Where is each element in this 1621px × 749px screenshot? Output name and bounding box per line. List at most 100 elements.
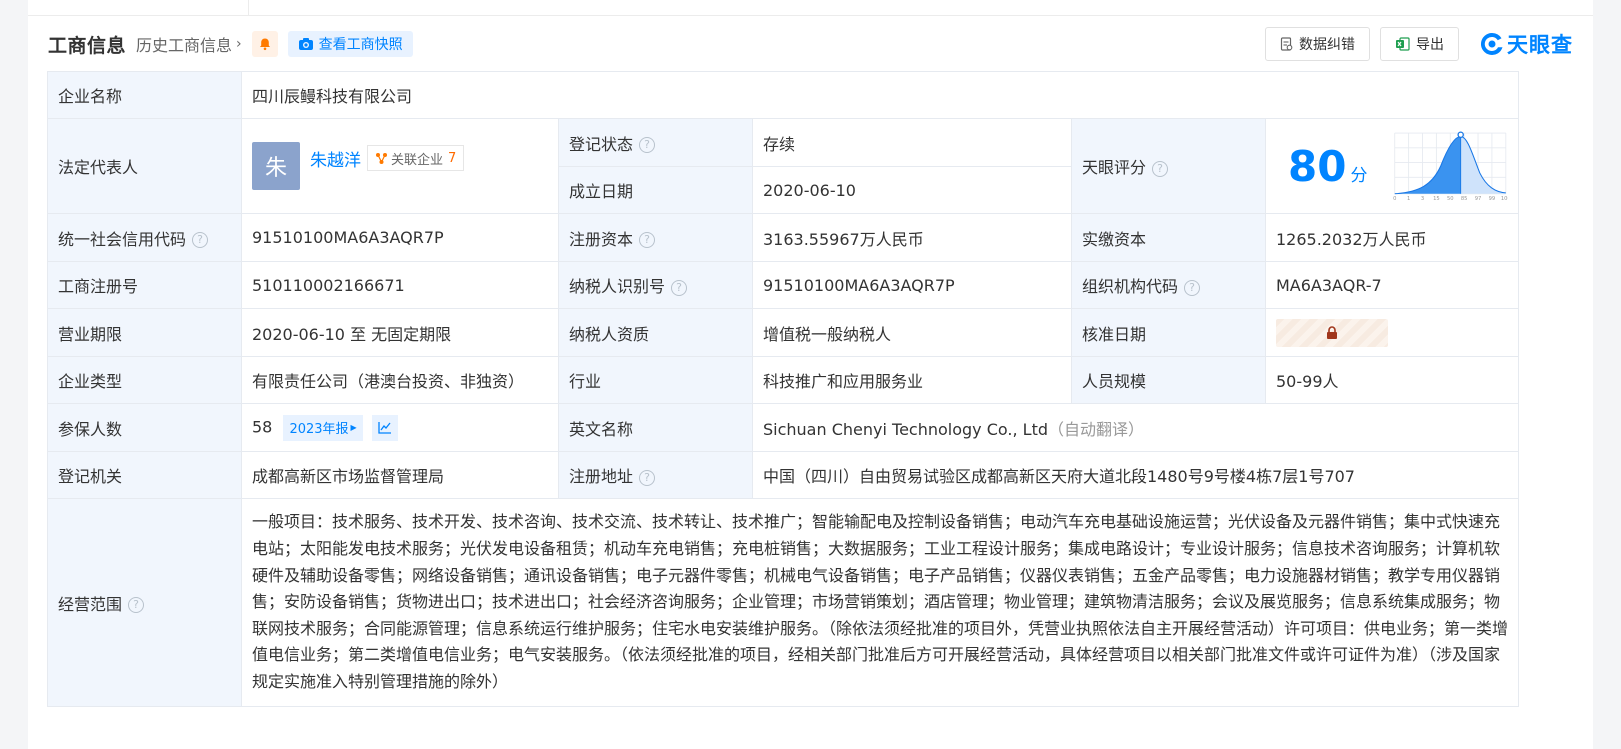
export-button-label: 导出: [1416, 37, 1444, 53]
chart-tick-label: 99: [1489, 196, 1496, 202]
business-reg-no-value: 510110002166671: [241, 261, 559, 309]
company-name-value: 四川辰鳗科技有限公司: [241, 71, 1519, 119]
paid-capital-value: 1265.2032万人民币: [1265, 213, 1519, 262]
view-snapshot-button[interactable]: 查看工商快照: [287, 31, 413, 57]
chart-tick-label: 100: [1501, 196, 1508, 202]
scope-label-text: 经营范围: [58, 594, 123, 614]
auto-translate-note: （自动翻译）: [1048, 419, 1145, 439]
chart-tick-label: 85: [1461, 196, 1468, 202]
section-title: 工商信息: [48, 34, 127, 57]
address-label: 注册地址?: [558, 451, 753, 499]
related-count: 7: [448, 150, 457, 166]
history-link-label: 历史工商信息: [136, 36, 233, 55]
export-button[interactable]: 导出: [1380, 27, 1459, 61]
reg-capital-label: 注册资本?: [558, 213, 753, 262]
table-row: 参保人数 58 2023年报 ▶ 英文名称 Sichuan Chenyi Tech…: [47, 403, 1519, 452]
english-name-label: 英文名称: [558, 403, 753, 452]
related-companies-badge[interactable]: 关联企业 7: [367, 145, 465, 171]
brand-name: 天眼查: [1507, 33, 1573, 57]
staff-size-label: 人员规模: [1071, 356, 1266, 404]
related-network-icon: [376, 152, 387, 164]
tianyancha-logo: 天眼查: [1479, 29, 1573, 59]
credit-code-label-text: 统一社会信用代码: [58, 229, 187, 249]
legal-rep-label: 法定代表人: [47, 118, 242, 214]
trend-chart-icon[interactable]: [371, 414, 398, 441]
table-row: 登记机关 成都高新区市场监督管理局 注册地址? 中国（四川）自由贸易试验区成都高…: [47, 451, 1519, 499]
chart-tick-label: 0: [1394, 196, 1397, 202]
panel-header: 工商信息 历史工商信息 › 查看工商快照 数据纠错 导出 天眼查: [48, 27, 1573, 61]
annual-report-label: 2023年报: [289, 422, 349, 437]
company-type-value: 有限责任公司（港澳台投资、非独资）: [241, 356, 559, 404]
reg-capital-label-text: 注册资本: [569, 229, 634, 249]
scope-value: 一般项目：技术服务、技术开发、技术咨询、技术交流、技术转让、技术推广；智能输配电…: [241, 498, 1519, 707]
legal-rep-name-link[interactable]: 朱越洋: [310, 146, 361, 171]
lock-icon: [1327, 326, 1337, 339]
address-value: 中国（四川）自由贸易试验区成都高新区天府大道北段1480号9号楼4栋7层1号70…: [752, 451, 1519, 499]
industry-label: 行业: [558, 356, 753, 404]
business-info-panel: 工商信息 历史工商信息 › 查看工商快照 数据纠错 导出 天眼查 企业名称 四川…: [28, 16, 1593, 749]
org-code-label-text: 组织机构代码: [1082, 277, 1179, 296]
table-row: 经营范围? 一般项目：技术服务、技术开发、技术咨询、技术交流、技术转让、技术推广…: [47, 498, 1519, 707]
credit-code-label: 统一社会信用代码?: [47, 213, 242, 262]
term-label: 营业期限: [47, 308, 242, 357]
reg-status-label: 登记状态?: [558, 118, 753, 167]
help-icon[interactable]: ?: [192, 232, 209, 248]
taxpayer-id-value: 91510100MA6A3AQR7P: [752, 261, 1072, 309]
tianyan-score-label: 天眼评分?: [1071, 118, 1266, 214]
correction-button-label: 数据纠错: [1299, 37, 1355, 53]
score-distribution-chart: 0 1 3 15 50 85 97 99 100: [1394, 131, 1508, 202]
established-value: 2020-06-10: [752, 166, 1072, 214]
help-icon[interactable]: ?: [1184, 279, 1201, 296]
top-tab-strip: [28, 0, 1593, 16]
credit-code-value: 91510100MA6A3AQR7P: [241, 213, 559, 262]
header-actions: 数据纠错 导出 天眼查: [1255, 27, 1573, 61]
insured-value: 58: [252, 417, 273, 436]
locked-content[interactable]: [1276, 318, 1388, 347]
org-code-value: MA6A3AQR-7: [1265, 261, 1519, 309]
reg-capital-value: 3163.55967万人民币: [752, 213, 1072, 262]
data-correction-button[interactable]: 数据纠错: [1265, 27, 1370, 61]
avatar[interactable]: 朱: [252, 142, 300, 190]
tianyancha-logo-icon: [1480, 32, 1503, 55]
authority-label: 登记机关: [47, 451, 242, 499]
paid-capital-label: 实缴资本: [1071, 213, 1266, 262]
tianyan-score-value: 80: [1288, 141, 1347, 191]
help-icon[interactable]: ?: [671, 279, 688, 296]
chart-tick-label: 50: [1447, 196, 1454, 202]
taxpayer-qual-value: 增值税一般纳税人: [752, 308, 1072, 357]
camera-icon: [298, 38, 313, 50]
document-edit-icon: [1280, 37, 1293, 51]
approval-date-label: 核准日期: [1071, 308, 1266, 357]
chart-tick-label: 15: [1434, 196, 1441, 202]
business-reg-no-label: 工商注册号: [47, 261, 242, 309]
help-icon[interactable]: ?: [639, 232, 656, 248]
help-icon[interactable]: ?: [128, 597, 145, 613]
chart-tick-label: 3: [1421, 196, 1424, 202]
chart-tick-label: 1: [1407, 196, 1410, 202]
tianyan-score-unit: 分: [1350, 165, 1368, 186]
reg-status-value: 存续: [752, 118, 1072, 167]
established-label: 成立日期: [558, 166, 753, 214]
english-name-cell: Sichuan Chenyi Technology Co., Ltd（自动翻译）: [752, 403, 1519, 452]
industry-value: 科技推广和应用服务业: [752, 356, 1072, 404]
help-icon[interactable]: ?: [639, 469, 656, 486]
bell-icon[interactable]: [251, 31, 278, 57]
business-info-table: 企业名称 四川辰鳗科技有限公司 法定代表人 朱 朱越洋 关联企业 7 登记状态?…: [47, 71, 1519, 707]
company-type-label: 企业类型: [47, 356, 242, 404]
scope-label: 经营范围?: [47, 498, 242, 707]
insured-cell: 58 2023年报 ▶: [241, 403, 559, 452]
legal-rep-cell: 朱 朱越洋 关联企业 7: [241, 118, 559, 214]
insured-label: 参保人数: [47, 403, 242, 452]
help-icon[interactable]: ?: [639, 137, 656, 153]
snapshot-button-label: 查看工商快照: [318, 37, 403, 53]
related-label: 关联企业: [391, 152, 444, 168]
address-label-text: 注册地址: [569, 467, 634, 486]
staff-size-value: 50-99人: [1265, 356, 1519, 404]
chart-tick-label: 97: [1475, 196, 1482, 202]
reg-status-label-text: 登记状态: [569, 134, 634, 154]
table-row: 统一社会信用代码? 91510100MA6A3AQR7P 注册资本? 3163.…: [47, 213, 1519, 262]
taxpayer-qual-label: 纳税人资质: [558, 308, 753, 357]
help-icon[interactable]: ?: [1152, 160, 1169, 177]
history-business-info-link[interactable]: 历史工商信息 ›: [136, 32, 242, 56]
annual-report-link[interactable]: 2023年报 ▶: [283, 414, 363, 441]
